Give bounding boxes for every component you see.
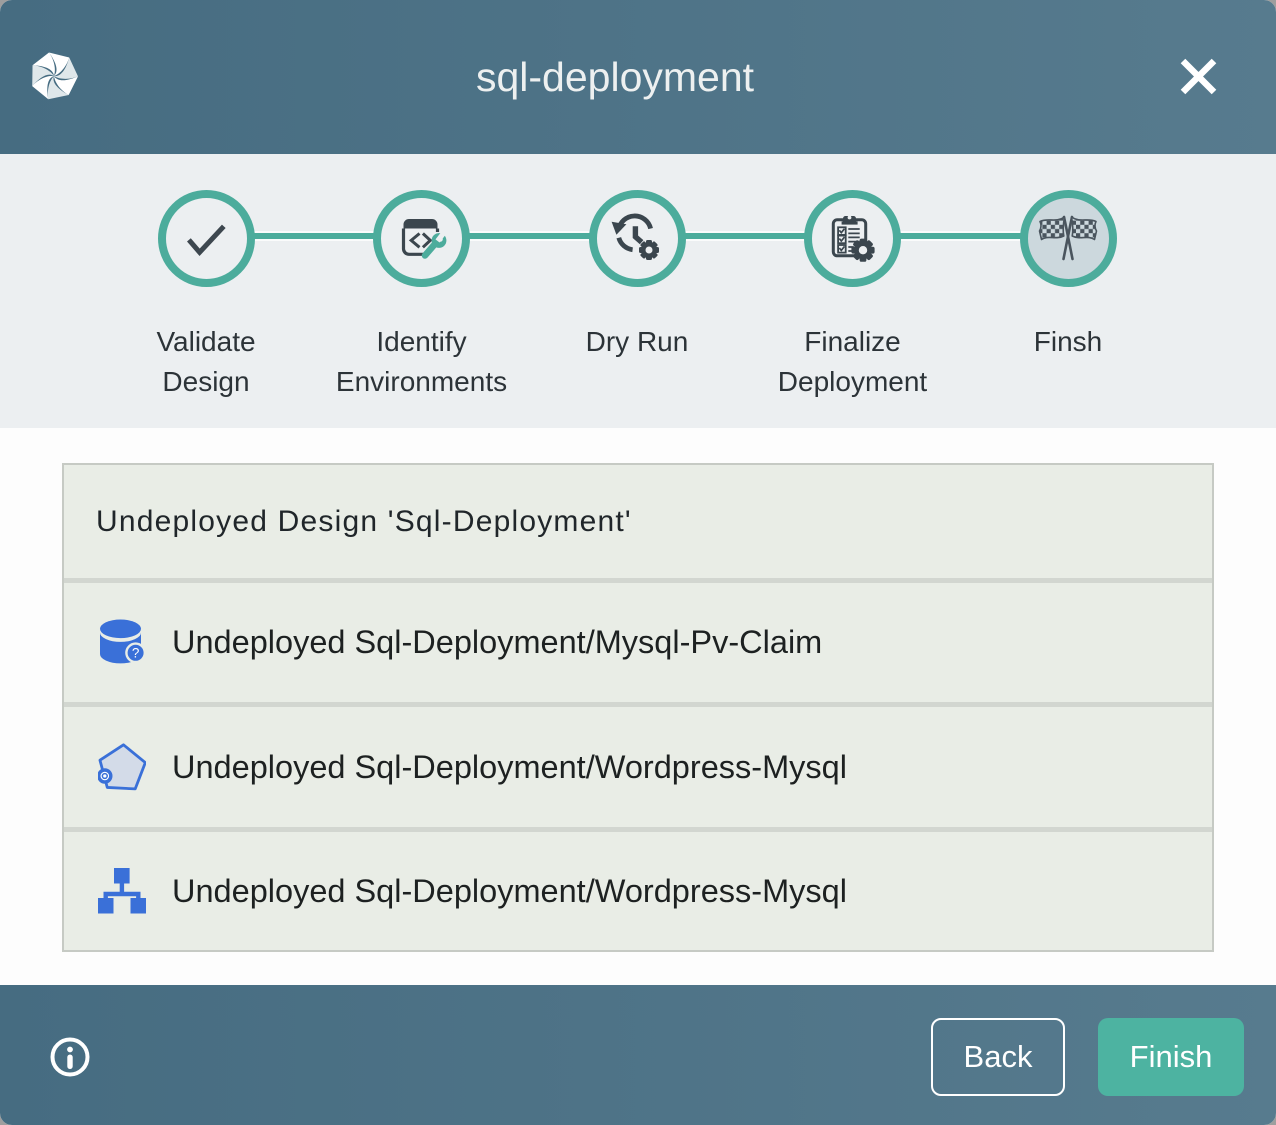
svg-text:?: ?: [132, 645, 140, 660]
